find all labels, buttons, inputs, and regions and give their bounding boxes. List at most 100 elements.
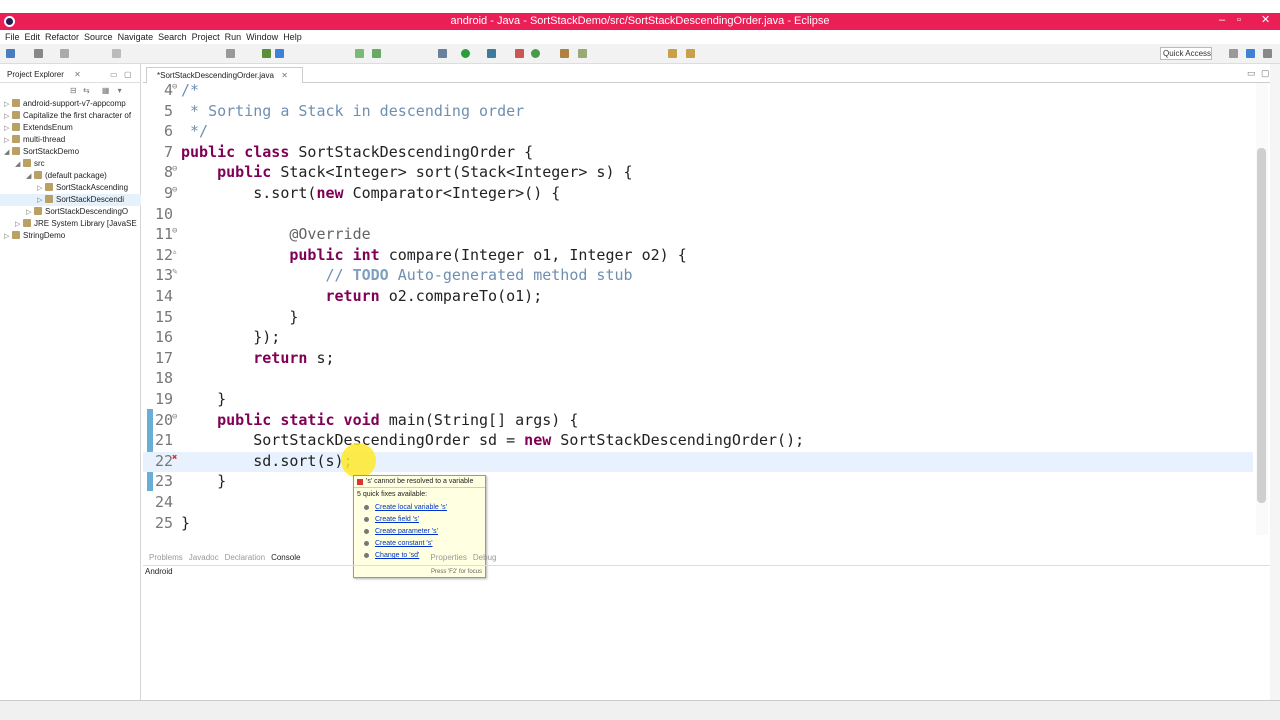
avd-icon[interactable] (372, 49, 381, 58)
new-class-icon[interactable] (531, 49, 540, 58)
close-icon[interactable]: ✕ (281, 71, 288, 80)
terminal-icon[interactable] (226, 49, 235, 58)
fold-icon[interactable]: ⊖ (172, 83, 177, 92)
expand-arrow-icon[interactable]: ▷ (4, 123, 12, 134)
expand-arrow-icon[interactable]: ▷ (26, 207, 34, 218)
back-icon[interactable] (668, 49, 677, 58)
code-line[interactable]: 11 ⊖ @Override (143, 225, 1253, 245)
search-icon[interactable] (578, 49, 587, 58)
debug-perspective-icon[interactable] (1263, 49, 1272, 58)
expand-arrow-icon[interactable]: ▷ (37, 183, 45, 194)
debug-icon[interactable] (112, 49, 121, 58)
expand-arrow-icon[interactable]: ◢ (26, 171, 34, 182)
code-line[interactable]: 10 (143, 205, 1253, 225)
tree-item[interactable]: ▷ SortStackAscending (0, 182, 141, 194)
menu-run[interactable]: Run (225, 30, 242, 44)
open-type-icon[interactable] (560, 49, 569, 58)
maximize-button[interactable]: ▫ (1237, 13, 1241, 28)
expand-arrow-icon[interactable]: ▷ (15, 219, 23, 230)
expand-arrow-icon[interactable]: ▷ (37, 195, 45, 206)
close-button[interactable]: ✕ (1261, 13, 1270, 28)
code-line[interactable]: 9 ⊖ s.sort(new Comparator<Integer>() { (143, 184, 1253, 204)
code-line[interactable]: 19 } (143, 390, 1253, 410)
code-line[interactable]: 7 public class SortStackDescendingOrder { (143, 143, 1253, 163)
tab-console[interactable]: Console (271, 550, 300, 566)
code-editor[interactable]: 4 ⊖/* 5 * Sorting a Stack in descending or… (143, 83, 1270, 535)
new-icon[interactable] (6, 49, 15, 58)
menu-project[interactable]: Project (192, 30, 220, 44)
close-icon[interactable]: ✕ (74, 70, 81, 79)
menu-search[interactable]: Search (158, 30, 187, 44)
tree-item[interactable]: ▷ SortStackDescendingO (0, 206, 141, 218)
external-tools-icon[interactable] (487, 49, 496, 58)
expand-arrow-icon[interactable]: ▷ (4, 231, 12, 242)
quick-fix-item[interactable]: Create local variable 's' (354, 502, 485, 514)
expand-arrow-icon[interactable]: ▷ (4, 135, 12, 146)
tree-item[interactable]: ◢ src (0, 158, 141, 170)
menu-edit[interactable]: Edit (25, 30, 41, 44)
minimize-editor-icon[interactable]: ▭ (1247, 68, 1256, 79)
debug-run-icon[interactable] (438, 49, 447, 58)
tree-item[interactable]: ▷ ExtendsEnum (0, 122, 141, 134)
code-line[interactable]: 4 ⊖ /* (143, 83, 1253, 101)
tree-item[interactable]: ▷ Capitalize the first character of (0, 110, 141, 122)
tab-javadoc[interactable]: Javadoc (189, 550, 219, 566)
maximize-editor-icon[interactable]: ▢ (1261, 68, 1270, 79)
code-line[interactable]: 14 return o2.compareTo(o1); (143, 287, 1253, 307)
menu-file[interactable]: File (5, 30, 20, 44)
collapse-all-icon[interactable]: ⊟ (70, 86, 77, 95)
menu-help[interactable]: Help (283, 30, 302, 44)
code-line[interactable]: 6 */ (143, 122, 1253, 142)
expand-arrow-icon[interactable]: ◢ (15, 159, 23, 170)
code-line[interactable]: 20 ⊖ public static void main(String[] arg… (143, 411, 1253, 431)
tree-item[interactable]: ▷ android-support-v7-appcomp (0, 98, 141, 110)
quick-fix-item[interactable]: Create field 's' (354, 514, 485, 526)
new-java-class-icon[interactable] (515, 49, 524, 58)
maximize-view-icon[interactable]: ▢ (124, 67, 132, 83)
expand-arrow-icon[interactable]: ▷ (4, 111, 12, 122)
java-perspective-icon[interactable] (1246, 49, 1255, 58)
quick-fix-item[interactable]: Create constant 's' (354, 538, 485, 550)
menu-navigate[interactable]: Navigate (118, 30, 154, 44)
menu-refactor[interactable]: Refactor (45, 30, 79, 44)
fold-icon[interactable]: ⊖ (172, 226, 177, 236)
code-line[interactable]: 16 }); (143, 328, 1253, 348)
open-perspective-icon[interactable] (1229, 49, 1238, 58)
link-editor-icon[interactable]: ⇆ (83, 86, 90, 95)
tab-properties[interactable]: Properties (430, 550, 466, 566)
focus-icon[interactable]: ▦ (102, 86, 110, 95)
run-icon[interactable] (461, 49, 470, 58)
tree-item[interactable]: ▷ SortStackDescendi (0, 194, 141, 206)
code-line[interactable]: 24 (143, 493, 1253, 513)
fold-icon[interactable]: ⊖ (172, 412, 177, 422)
fold-icon[interactable]: ⊖ (172, 185, 177, 195)
tab-problems[interactable]: Problems (149, 550, 183, 566)
fold-icon[interactable]: ⊖ (172, 164, 177, 174)
save-icon[interactable] (34, 49, 43, 58)
code-line[interactable]: 15 } (143, 308, 1253, 328)
minimize-button[interactable]: – (1219, 13, 1225, 28)
minimize-view-icon[interactable]: ▭ (110, 67, 118, 83)
code-line[interactable]: 23 } (143, 472, 1253, 492)
tree-item[interactable]: ▷ StringDemo (0, 230, 141, 242)
menu-source[interactable]: Source (84, 30, 113, 44)
code-line[interactable]: 17 return s; (143, 349, 1253, 369)
expand-arrow-icon[interactable]: ▷ (4, 99, 12, 110)
tab-sortstackdescendingorder[interactable]: *SortStackDescendingOrder.java ✕ (146, 67, 303, 83)
tab-debug[interactable]: Debug (473, 550, 497, 566)
tab-project-explorer[interactable]: Project Explorer ✕ ▭ ▢ (0, 67, 141, 83)
fold-icon[interactable]: ✎ (172, 267, 177, 277)
code-line[interactable]: 21 SortStackDescendingOrder sd = new Sor… (143, 431, 1253, 451)
code-line[interactable]: 13 ✎ // TODO Auto-generated method stub (143, 266, 1253, 286)
tree-item[interactable]: ◢ SortStackDemo (0, 146, 141, 158)
code-line[interactable]: 12 ▵ public int compare(Integer o1, Integ… (143, 246, 1253, 266)
menu-window[interactable]: Window (246, 30, 278, 44)
code-line[interactable]: 5 * Sorting a Stack in descending order (143, 102, 1253, 122)
tree-item[interactable]: ▷ JRE System Library [JavaSE (0, 218, 141, 230)
expand-arrow-icon[interactable]: ◢ (4, 147, 12, 158)
quick-fix-item[interactable]: Create parameter 's' (354, 526, 485, 538)
tab-declaration[interactable]: Declaration (225, 550, 265, 566)
package-icon[interactable] (262, 49, 271, 58)
code-line[interactable]: 25} (143, 514, 1253, 534)
forward-icon[interactable] (686, 49, 695, 58)
